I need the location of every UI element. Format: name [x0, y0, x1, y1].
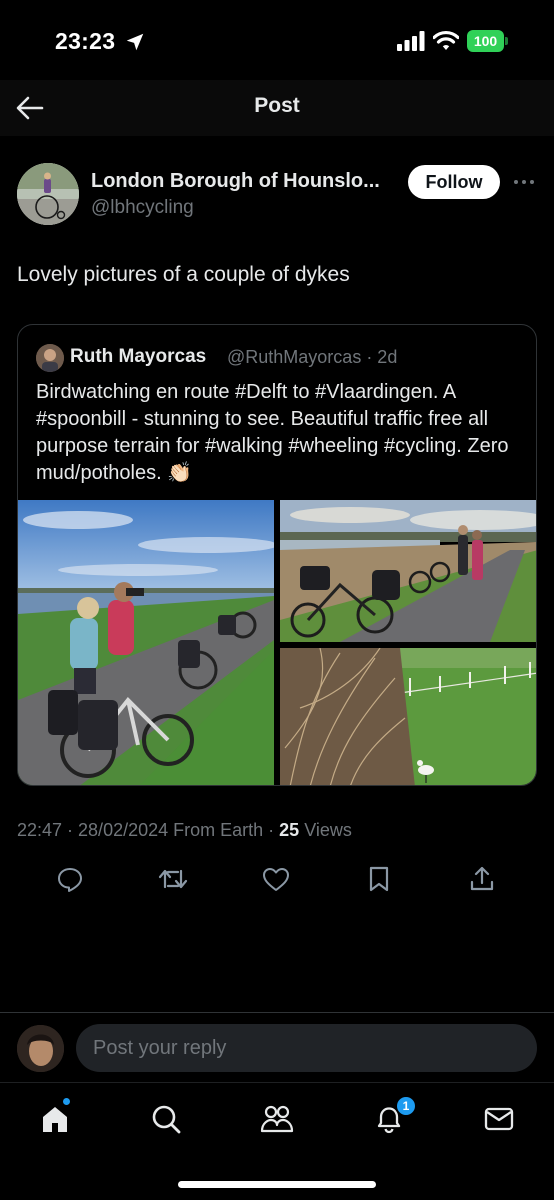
post-meta: 22:47 · 28/02/2024 From Earth · 25 Views	[17, 820, 352, 841]
follow-button[interactable]: Follow	[408, 165, 500, 199]
views-label: Views	[299, 820, 352, 840]
signal-icon	[397, 31, 425, 51]
messages-icon	[484, 1107, 514, 1131]
battery-level: 100	[467, 30, 504, 52]
author-name[interactable]: London Borough of Hounslo...	[91, 170, 380, 193]
tab-messages[interactable]	[481, 1101, 517, 1137]
share-icon[interactable]	[467, 864, 497, 894]
quoted-author-name: Ruth Mayorcas	[70, 346, 207, 367]
post-timestamp: 22:47 · 28/02/2024 From Earth ·	[17, 820, 280, 840]
wifi-icon	[433, 30, 459, 50]
quoted-author-meta: @RuthMayorcas · 2d	[227, 347, 398, 367]
page-title: Post	[254, 94, 300, 117]
notification-badge: 1	[395, 1095, 417, 1117]
home-icon	[43, 1107, 67, 1132]
home-indicator[interactable]	[178, 1181, 376, 1188]
views-count: 25	[279, 820, 300, 840]
quoted-media-grid	[18, 500, 536, 785]
media-photo-3[interactable]	[280, 648, 536, 785]
bookmark-icon[interactable]	[364, 864, 394, 894]
search-icon	[152, 1105, 181, 1134]
penny-farthing-avatar-image	[17, 163, 79, 225]
current-user-avatar	[17, 1025, 64, 1072]
tab-communities[interactable]	[259, 1101, 295, 1137]
reply-icon[interactable]	[55, 864, 85, 894]
author-handle[interactable]: @lbhcycling	[91, 197, 194, 219]
reply-input[interactable]	[76, 1024, 537, 1072]
status-bar: 23:23 100	[0, 0, 554, 80]
more-options-icon[interactable]	[512, 170, 536, 194]
media-photo-1[interactable]	[18, 500, 274, 785]
media-photo-2[interactable]	[280, 500, 536, 642]
tab-home[interactable]	[37, 1101, 73, 1137]
quoted-author-avatar	[36, 344, 64, 372]
post-text: Lovely pictures of a couple of dykes	[17, 263, 350, 286]
battery-cap	[505, 37, 508, 45]
status-time: 23:23	[55, 28, 116, 54]
author-avatar[interactable]	[17, 163, 79, 225]
post-header: Post	[0, 80, 554, 136]
quoted-post[interactable]: Ruth Mayorcas @RuthMayorcas · 2d Birdwat…	[17, 324, 537, 786]
post-action-bar	[0, 864, 554, 896]
location-arrow-icon	[126, 33, 144, 51]
reply-divider	[0, 1012, 554, 1013]
like-icon[interactable]	[261, 864, 291, 894]
tab-search[interactable]	[148, 1101, 184, 1137]
quoted-post-text: Birdwatching en route #Delft to #Vlaardi…	[36, 381, 509, 484]
battery-indicator: 100	[467, 30, 509, 52]
repost-icon[interactable]	[158, 864, 188, 894]
home-unread-dot	[62, 1097, 71, 1106]
communities-icon	[260, 1105, 294, 1133]
